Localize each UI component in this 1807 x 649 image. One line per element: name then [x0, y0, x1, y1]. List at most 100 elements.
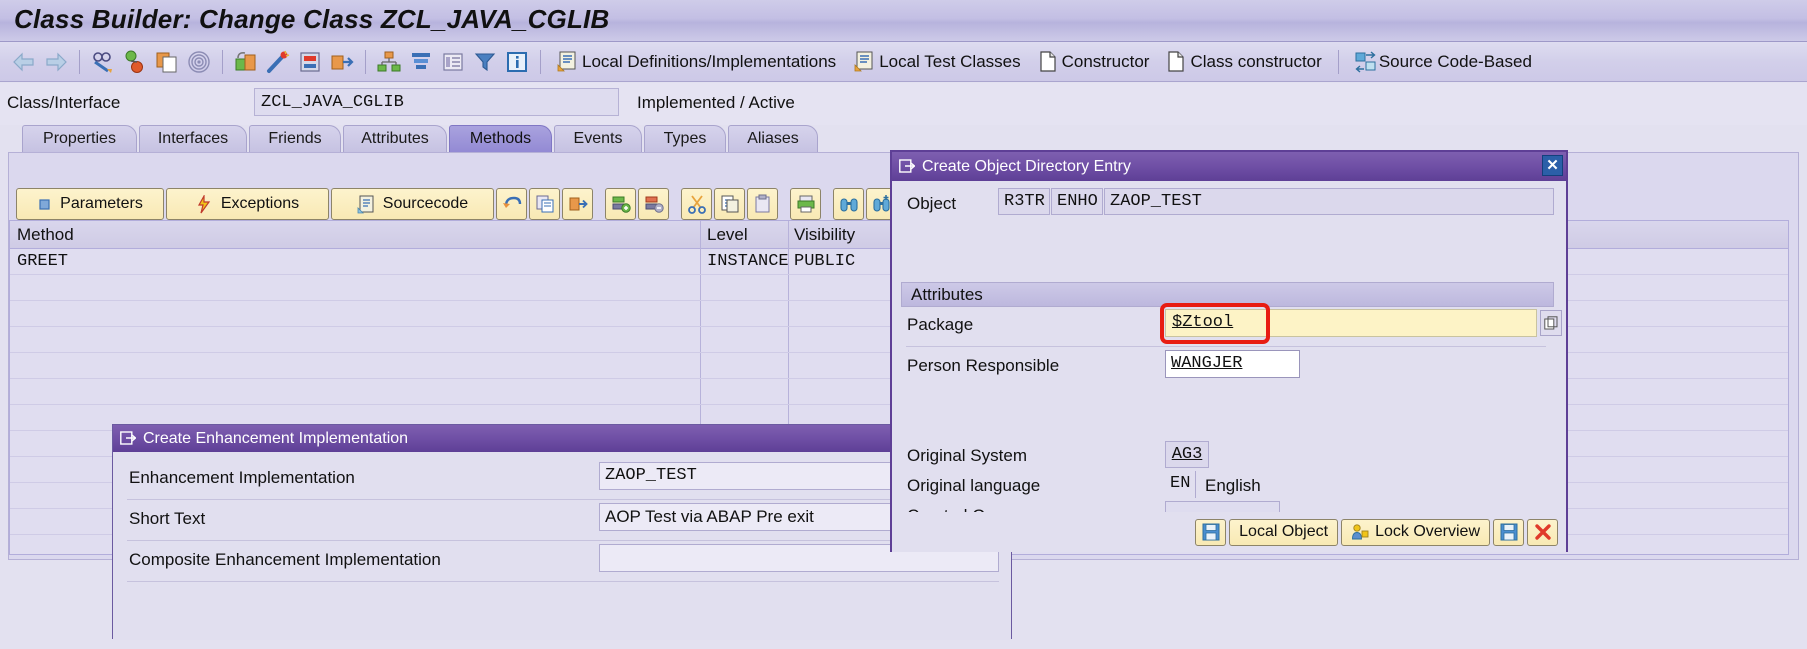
- pretty-printer-icon[interactable]: [295, 47, 325, 77]
- enhancement-implementation-field[interactable]: ZAOP_TEST: [599, 462, 919, 490]
- short-text-label: Short Text: [129, 509, 205, 529]
- class-status-text: Implemented / Active: [637, 93, 795, 113]
- method-cut-icon[interactable]: [681, 188, 712, 220]
- filter-icon[interactable]: [470, 47, 500, 77]
- divider: [127, 499, 999, 500]
- method-insert-row-icon[interactable]: [605, 188, 636, 220]
- sourcecode-icon: [357, 195, 375, 214]
- save-disk-icon: [1202, 523, 1220, 541]
- composite-enhancement-implementation-label: Composite Enhancement Implementation: [129, 550, 441, 570]
- sourcecode-button[interactable]: Sourcecode: [331, 188, 494, 220]
- package-value-help-icon[interactable]: [1540, 310, 1562, 336]
- tab-interfaces[interactable]: Interfaces: [139, 125, 247, 152]
- tab-methods[interactable]: Methods: [449, 125, 552, 152]
- toolbar-separator: [540, 50, 541, 74]
- close-icon[interactable]: ✕: [1542, 155, 1563, 176]
- save-disk-icon: [1500, 523, 1518, 541]
- method-copy-icon[interactable]: [714, 188, 745, 220]
- check-syntax-icon[interactable]: [88, 47, 118, 77]
- page-title: Class Builder: Change Class ZCL_JAVA_CGL…: [14, 4, 609, 35]
- class-hierarchy-icon[interactable]: [374, 47, 404, 77]
- original-language-code: EN: [1165, 471, 1196, 498]
- method-detail-icon[interactable]: [529, 188, 560, 220]
- local-test-classes-label: Local Test Classes: [879, 52, 1020, 72]
- tab-events-label: Events: [574, 130, 623, 148]
- lock-overview-icon: [1351, 523, 1369, 541]
- tab-attributes[interactable]: Attributes: [343, 125, 447, 152]
- copy-object-icon[interactable]: [152, 47, 182, 77]
- toolbar-separator: [1338, 50, 1339, 74]
- forward-arrow-icon[interactable]: [41, 47, 71, 77]
- main-toolbar: Local Definitions/Implementations Local …: [0, 42, 1807, 82]
- package-value: $Ztool: [1172, 313, 1233, 332]
- enhancement-dialog-title: Create Enhancement Implementation: [143, 430, 408, 448]
- tab-events[interactable]: Events: [554, 125, 642, 152]
- package-field[interactable]: $Ztool: [1165, 309, 1537, 337]
- exceptions-button[interactable]: Exceptions: [166, 188, 329, 220]
- create-enhancement-implementation-dialog: Create Enhancement Implementation Enhanc…: [112, 424, 1012, 639]
- sap-class-builder-window: Class Builder: Change Class ZCL_JAVA_CGL…: [0, 0, 1807, 649]
- object-directory-dialog-button-bar: Local Object Lock Overview: [892, 512, 1566, 552]
- document-yellow-icon: [557, 51, 577, 72]
- dialog-window-icon: [899, 159, 915, 174]
- class-interface-row: Class/Interface ZCL_JAVA_CGLIB Implement…: [0, 83, 1807, 125]
- original-system-label: Original System: [907, 446, 1027, 466]
- method-print-icon[interactable]: [790, 188, 821, 220]
- cell-method: GREET: [17, 252, 68, 271]
- redefine-arrow-icon[interactable]: [327, 47, 357, 77]
- method-delete-row-icon[interactable]: [638, 188, 669, 220]
- source-code-based-label: Source Code-Based: [1379, 52, 1532, 72]
- source-code-based-button[interactable]: Source Code-Based: [1355, 51, 1532, 73]
- method-find-icon[interactable]: [833, 188, 864, 220]
- create-object-directory-entry-dialog: Create Object Directory Entry ✕ Object R…: [890, 150, 1568, 552]
- tab-properties-label: Properties: [43, 130, 116, 148]
- object-type-field: R3TR: [998, 188, 1050, 215]
- tab-aliases-label: Aliases: [747, 130, 799, 148]
- lock-overview-button[interactable]: Lock Overview: [1341, 519, 1490, 546]
- original-language-label: Original language: [907, 476, 1040, 496]
- local-definitions-implementations-button[interactable]: Local Definitions/Implementations: [557, 51, 836, 72]
- save-button[interactable]: [1195, 519, 1226, 546]
- toolbar-separator: [365, 50, 366, 74]
- object-directory-dialog-title-bar: Create Object Directory Entry ✕: [892, 152, 1566, 181]
- where-used-spiral-icon[interactable]: [184, 47, 214, 77]
- class-constructor-button[interactable]: Class constructor: [1167, 51, 1321, 72]
- tab-friends-label: Friends: [268, 130, 321, 148]
- tab-methods-label: Methods: [470, 130, 531, 148]
- activate-icon[interactable]: [120, 47, 150, 77]
- back-arrow-icon[interactable]: [9, 47, 39, 77]
- attributes-group-header: Attributes: [901, 282, 1554, 307]
- toolbar-separator: [79, 50, 80, 74]
- parameters-button[interactable]: Parameters: [16, 188, 164, 220]
- parameters-icon: [37, 197, 52, 212]
- tab-properties[interactable]: Properties: [22, 125, 137, 152]
- constructor-label: Constructor: [1062, 52, 1150, 72]
- object-directory-dialog-body: Object R3TR ENHO ZAOP_TEST Attributes Pa…: [892, 181, 1566, 552]
- page-icon: [1167, 51, 1185, 72]
- source-switch-icon: [1355, 51, 1377, 73]
- info-icon[interactable]: [502, 47, 532, 77]
- tab-types[interactable]: Types: [644, 125, 726, 152]
- method-redefine-icon[interactable]: [562, 188, 593, 220]
- enhancement-dialog-title-bar: Create Enhancement Implementation: [113, 425, 1011, 452]
- local-object-button[interactable]: Local Object: [1229, 519, 1338, 546]
- person-responsible-field[interactable]: WANGJER: [1165, 350, 1300, 378]
- display-object-list-icon[interactable]: [231, 47, 261, 77]
- local-object-label: Local Object: [1239, 523, 1328, 541]
- local-test-classes-button[interactable]: Local Test Classes: [854, 51, 1020, 72]
- original-system-value: AG3: [1172, 445, 1203, 464]
- dialog-save-button[interactable]: [1493, 519, 1524, 546]
- tab-attributes-label: Attributes: [361, 130, 429, 148]
- person-responsible-label: Person Responsible: [907, 356, 1059, 376]
- list-icon[interactable]: [438, 47, 468, 77]
- sort-stack-icon[interactable]: [406, 47, 436, 77]
- class-interface-input[interactable]: ZCL_JAVA_CGLIB: [254, 88, 619, 116]
- method-undo-icon[interactable]: [496, 188, 527, 220]
- tab-aliases[interactable]: Aliases: [728, 125, 818, 152]
- tab-friends[interactable]: Friends: [249, 125, 341, 152]
- pattern-wand-icon[interactable]: [263, 47, 293, 77]
- sourcecode-label: Sourcecode: [383, 195, 468, 213]
- constructor-button[interactable]: Constructor: [1039, 51, 1150, 72]
- dialog-cancel-button[interactable]: [1527, 519, 1558, 546]
- method-paste-icon[interactable]: [747, 188, 778, 220]
